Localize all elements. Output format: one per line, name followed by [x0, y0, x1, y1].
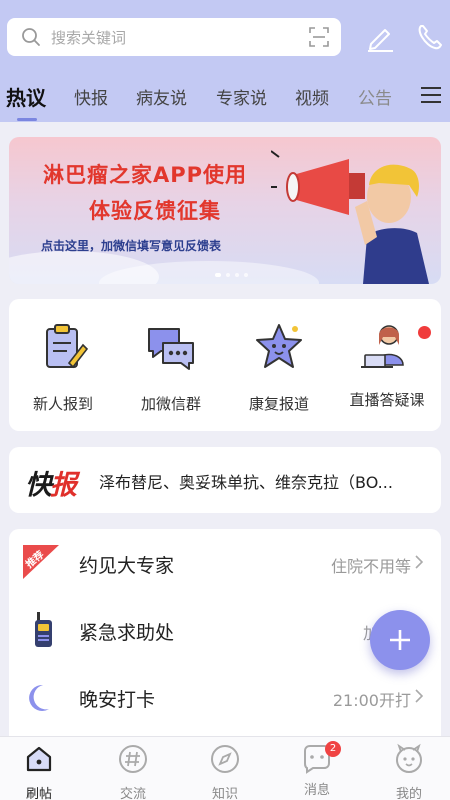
news-ticker[interactable]: 快报 泽布替尼、奥妥珠单抗、维奈克拉（BO...	[9, 447, 441, 513]
list-item-title: 约见大专家	[79, 555, 175, 577]
tab-experts[interactable]: 专家说	[216, 84, 267, 109]
nav-messages[interactable]: 2 消息	[272, 741, 362, 798]
message-icon-wrap: 2	[301, 741, 341, 775]
message-badge: 2	[325, 741, 341, 757]
scan-icon[interactable]	[309, 27, 329, 47]
banner-subtitle: 体验反馈征集	[89, 199, 221, 223]
list-item-value: 住院不用等	[330, 557, 411, 576]
quick-label: 加微信群	[140, 395, 201, 413]
walkie-talkie-icon	[35, 612, 52, 647]
news-logo: 快报	[25, 463, 77, 502]
banner-title: 淋巴瘤之家APP使用	[43, 163, 248, 187]
list-item-goodnight[interactable]: 晚安打卡 21:00开打	[9, 663, 441, 729]
news-logo-b: 报	[50, 470, 77, 501]
tab-hot[interactable]: 热议	[6, 82, 46, 111]
chevron-right-icon	[415, 689, 423, 703]
top-header: 搜索关键词 热议 快报 病友说 专家说 视频 公告	[0, 0, 450, 122]
face-icon	[396, 743, 422, 773]
notification-dot	[418, 326, 431, 339]
search-icon	[22, 28, 40, 46]
tab-news[interactable]: 快报	[74, 84, 108, 109]
nav-label: 消息	[303, 783, 330, 798]
nav-knowledge[interactable]: 知识	[180, 743, 270, 800]
category-tabs: 热议 快报 病友说 专家说 视频 公告	[0, 78, 450, 121]
live-lecture-icon-wrap	[359, 319, 431, 375]
tab-patients[interactable]: 病友说	[136, 84, 187, 109]
nav-mine[interactable]: 我的	[364, 743, 450, 800]
carousel-dots	[215, 273, 248, 277]
moon-icon	[29, 684, 49, 711]
list-item-title: 紧急求助处	[79, 622, 175, 644]
phone-icon[interactable]	[416, 22, 444, 52]
home-icon	[26, 746, 52, 772]
feedback-banner[interactable]: 淋巴瘤之家APP使用 体验反馈征集 点击这里，加微信填写意见反馈表	[9, 137, 441, 284]
edit-pen-icon[interactable]	[365, 22, 395, 52]
hashtag-icon	[119, 745, 147, 773]
list-item-title: 晚安打卡	[79, 689, 156, 711]
bottom-nav: 刷帖 交流 知识 2 消息 我的	[0, 736, 450, 800]
active-tab-indicator	[17, 118, 37, 121]
chat-bubbles-icon	[148, 328, 194, 370]
nav-label: 知识	[211, 787, 238, 800]
nav-label: 刷帖	[25, 787, 52, 800]
nav-home[interactable]: 刷帖	[0, 743, 84, 800]
tab-video[interactable]: 视频	[295, 84, 329, 109]
megaphone-man-illustration	[271, 150, 429, 284]
quick-label: 直播答疑课	[349, 391, 425, 409]
list-item-expert[interactable]: 推荐 约见大专家 住院不用等	[9, 529, 441, 595]
banner-caption: 点击这里，加微信填写意见反馈表	[41, 239, 222, 253]
chevron-right-icon	[415, 555, 423, 569]
live-lecture-icon	[361, 325, 404, 368]
quick-recovery[interactable]: 康复报道	[225, 319, 333, 414]
tab-notice[interactable]: 公告	[358, 84, 392, 109]
plus-icon	[390, 630, 410, 650]
star-icon	[256, 324, 302, 368]
search-placeholder: 搜索关键词	[51, 28, 127, 47]
quick-wechat-group[interactable]: 加微信群	[117, 319, 225, 414]
compass-icon	[211, 745, 239, 773]
quick-label: 新人报到	[32, 395, 93, 413]
quick-label: 康复报道	[248, 395, 309, 413]
news-logo-a: 快	[25, 470, 52, 501]
quick-newcomer[interactable]: 新人报到	[9, 319, 117, 414]
quick-actions: 新人报到 加微信群 康复报道 直播答疑课	[9, 299, 441, 431]
menu-icon[interactable]	[420, 86, 442, 104]
nav-label: 交流	[119, 787, 146, 800]
add-post-button[interactable]	[370, 610, 430, 670]
quick-live-class[interactable]: 直播答疑课	[333, 319, 441, 410]
nav-label: 我的	[395, 787, 422, 800]
search-bar[interactable]: 搜索关键词	[7, 18, 341, 56]
list-item-value: 21:00开打	[332, 691, 411, 710]
clipboard-icon	[46, 324, 89, 369]
nav-exchange[interactable]: 交流	[88, 743, 178, 800]
news-headline[interactable]: 泽布替尼、奥妥珠单抗、维奈克拉（BO...	[99, 469, 429, 493]
